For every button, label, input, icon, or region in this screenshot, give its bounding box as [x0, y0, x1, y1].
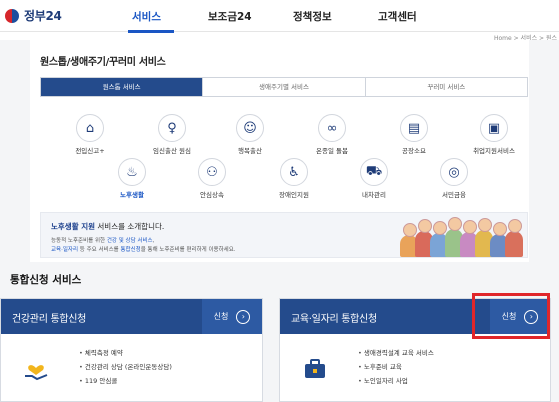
- service-item-finance[interactable]: ◎ 서민금융: [422, 158, 486, 199]
- banner-text: 등 주요 서비스를: [78, 247, 121, 253]
- coins-icon: ◎: [440, 158, 468, 186]
- ribbon-icon: ∞: [318, 114, 346, 142]
- service-box-body: 체력측정 예약 건강관리 상담 (온라인운동상담) 119 안심콜: [1, 334, 262, 402]
- list-item: 노인일자리 사업: [358, 374, 434, 388]
- nav-item-support[interactable]: 고객센터: [378, 9, 417, 24]
- service-item-inheritance[interactable]: ⚇ 안심상속: [180, 158, 244, 199]
- pregnancy-icon: ♀: [158, 114, 186, 142]
- nav-item-policy[interactable]: 정책정보: [293, 9, 332, 24]
- service-tabs: 원스톱 서비스 생애주기별 서비스 꾸러미 서비스: [40, 77, 528, 97]
- baby-icon: ☺: [236, 114, 264, 142]
- service-item-list: 체력측정 예약 건강관리 상담 (온라인운동상담) 119 안심콜: [79, 346, 172, 388]
- service-item-car[interactable]: ⛟ 내차관리: [342, 158, 406, 199]
- list-item: 생애경력설계 교육 서비스: [358, 346, 434, 360]
- elderly-people-illustration: [400, 217, 523, 257]
- service-item-list: 생애경력설계 교육 서비스 노후준비 교육 노인일자리 사업: [358, 346, 434, 388]
- tab-onestop[interactable]: 원스톱 서비스: [41, 78, 204, 96]
- banner-title: 노후생활 지원 서비스를 소개합니다.: [51, 221, 164, 232]
- briefcase-icon: ▣: [480, 114, 508, 142]
- apply-button[interactable]: 신청 ›: [202, 299, 262, 334]
- banner-text: ,: [152, 238, 155, 244]
- service-box-title: 건강관리 통합신청: [12, 314, 87, 325]
- service-label: 취업지원서비스: [473, 147, 515, 155]
- service-item-factory[interactable]: ▤ 공장소요: [382, 114, 446, 155]
- service-item-birth[interactable]: ☺ 행복출산: [218, 114, 282, 155]
- emblem-icon: [4, 7, 20, 24]
- list-item: 체력측정 예약: [79, 346, 172, 360]
- nav-item-services[interactable]: 서비스: [132, 9, 161, 24]
- service-label: 행복출산: [238, 147, 262, 155]
- health-service-box: 건강관리 통합신청 신청 › 체력측정 예약 건강관리 상담 (온라인운동상담)…: [0, 298, 263, 402]
- tab-bundle[interactable]: 꾸러미 서비스: [365, 78, 527, 96]
- car-icon: ⛟: [360, 158, 388, 186]
- list-item: 건강관리 상담 (온라인운동상담): [79, 360, 172, 374]
- heart-hand-icon: [21, 354, 51, 384]
- section-title: 통합신청 서비스: [10, 274, 82, 286]
- chevron-right-icon: ›: [236, 309, 251, 324]
- service-label: 내차관리: [362, 191, 386, 199]
- service-box-title: 교육·일자리 통합신청: [291, 314, 377, 325]
- apply-label: 신청: [213, 312, 229, 321]
- wheelchair-icon: ♿: [280, 158, 308, 186]
- list-item: 노후준비 교육: [358, 360, 434, 374]
- service-label: 임신출산 원심: [153, 147, 191, 155]
- service-label: 공장소요: [402, 147, 426, 155]
- banner-title-bold: 노후생활 지원: [51, 222, 96, 231]
- banner-highlight: 통합신청: [120, 247, 141, 253]
- logo-text: 정부24: [24, 9, 62, 23]
- service-label: 온종일 돌봄: [316, 147, 348, 155]
- card-title: 원스톱/생애주기/꾸러미 서비스: [40, 57, 166, 68]
- service-item-pregnancy[interactable]: ♀ 임신출산 원심: [140, 114, 204, 155]
- service-item-moving[interactable]: ⌂ 전입신고+: [58, 114, 122, 155]
- banner-highlight: 건강 및 상담 서비스: [106, 238, 153, 244]
- service-box-header: 건강관리 통합신청 신청 ›: [1, 299, 262, 334]
- retirement-banner: 노후생활 지원 서비스를 소개합니다. 능동적 노후준비를 위한 건강 및 상담…: [40, 212, 528, 258]
- service-item-disability[interactable]: ♿ 장애인지원: [262, 158, 326, 199]
- service-label: 서민금융: [442, 191, 466, 199]
- banner-text: 능동적 노후준비를 위한: [51, 238, 107, 244]
- list-item: 119 안심콜: [79, 374, 172, 388]
- top-header: 정부24 서비스 보조금24 정책정보 고객센터: [0, 0, 559, 33]
- elderly-icon: ♨: [118, 158, 146, 186]
- book-icon: ▤: [400, 114, 428, 142]
- banner-text: 을 통해 노후준비를 편리하게 이용하세요.: [140, 247, 236, 253]
- lifecycle-card: 원스톱/생애주기/꾸러미 서비스 원스톱 서비스 생애주기별 서비스 꾸러미 서…: [30, 40, 529, 262]
- service-item-retirement[interactable]: ♨ 노후생활: [100, 158, 164, 199]
- nav-item-subsidy[interactable]: 보조금24: [208, 9, 252, 24]
- service-label: 전입신고+: [75, 147, 105, 155]
- service-box-body: 생애경력설계 교육 서비스 노후준비 교육 노인일자리 사업: [280, 334, 550, 402]
- tab-lifecycle[interactable]: 생애주기별 서비스: [203, 78, 366, 96]
- house-icon: ⌂: [76, 114, 104, 142]
- banner-line-1: 능동적 노후준비를 위한 건강 및 상담 서비스,: [51, 236, 154, 244]
- service-item-care[interactable]: ∞ 온종일 돌봄: [300, 114, 364, 155]
- service-label: 장애인지원: [279, 191, 309, 199]
- banner-highlight: 교육·일자리: [51, 247, 79, 253]
- banner-line-2: 교육·일자리 등 주요 서비스를 통합신청을 통해 노후준비를 편리하게 이용하…: [51, 245, 236, 253]
- banner-title-rest: 서비스를 소개합니다.: [95, 222, 165, 231]
- service-label: 안심상속: [200, 191, 224, 199]
- active-nav-indicator: [128, 30, 174, 33]
- briefcase-icon: [300, 354, 330, 384]
- service-item-employment[interactable]: ▣ 취업지원서비스: [462, 114, 526, 155]
- highlight-box: [472, 293, 550, 339]
- family-icon: ⚇: [198, 158, 226, 186]
- service-label: 노후생활: [120, 191, 144, 199]
- site-logo[interactable]: 정부24: [4, 7, 62, 24]
